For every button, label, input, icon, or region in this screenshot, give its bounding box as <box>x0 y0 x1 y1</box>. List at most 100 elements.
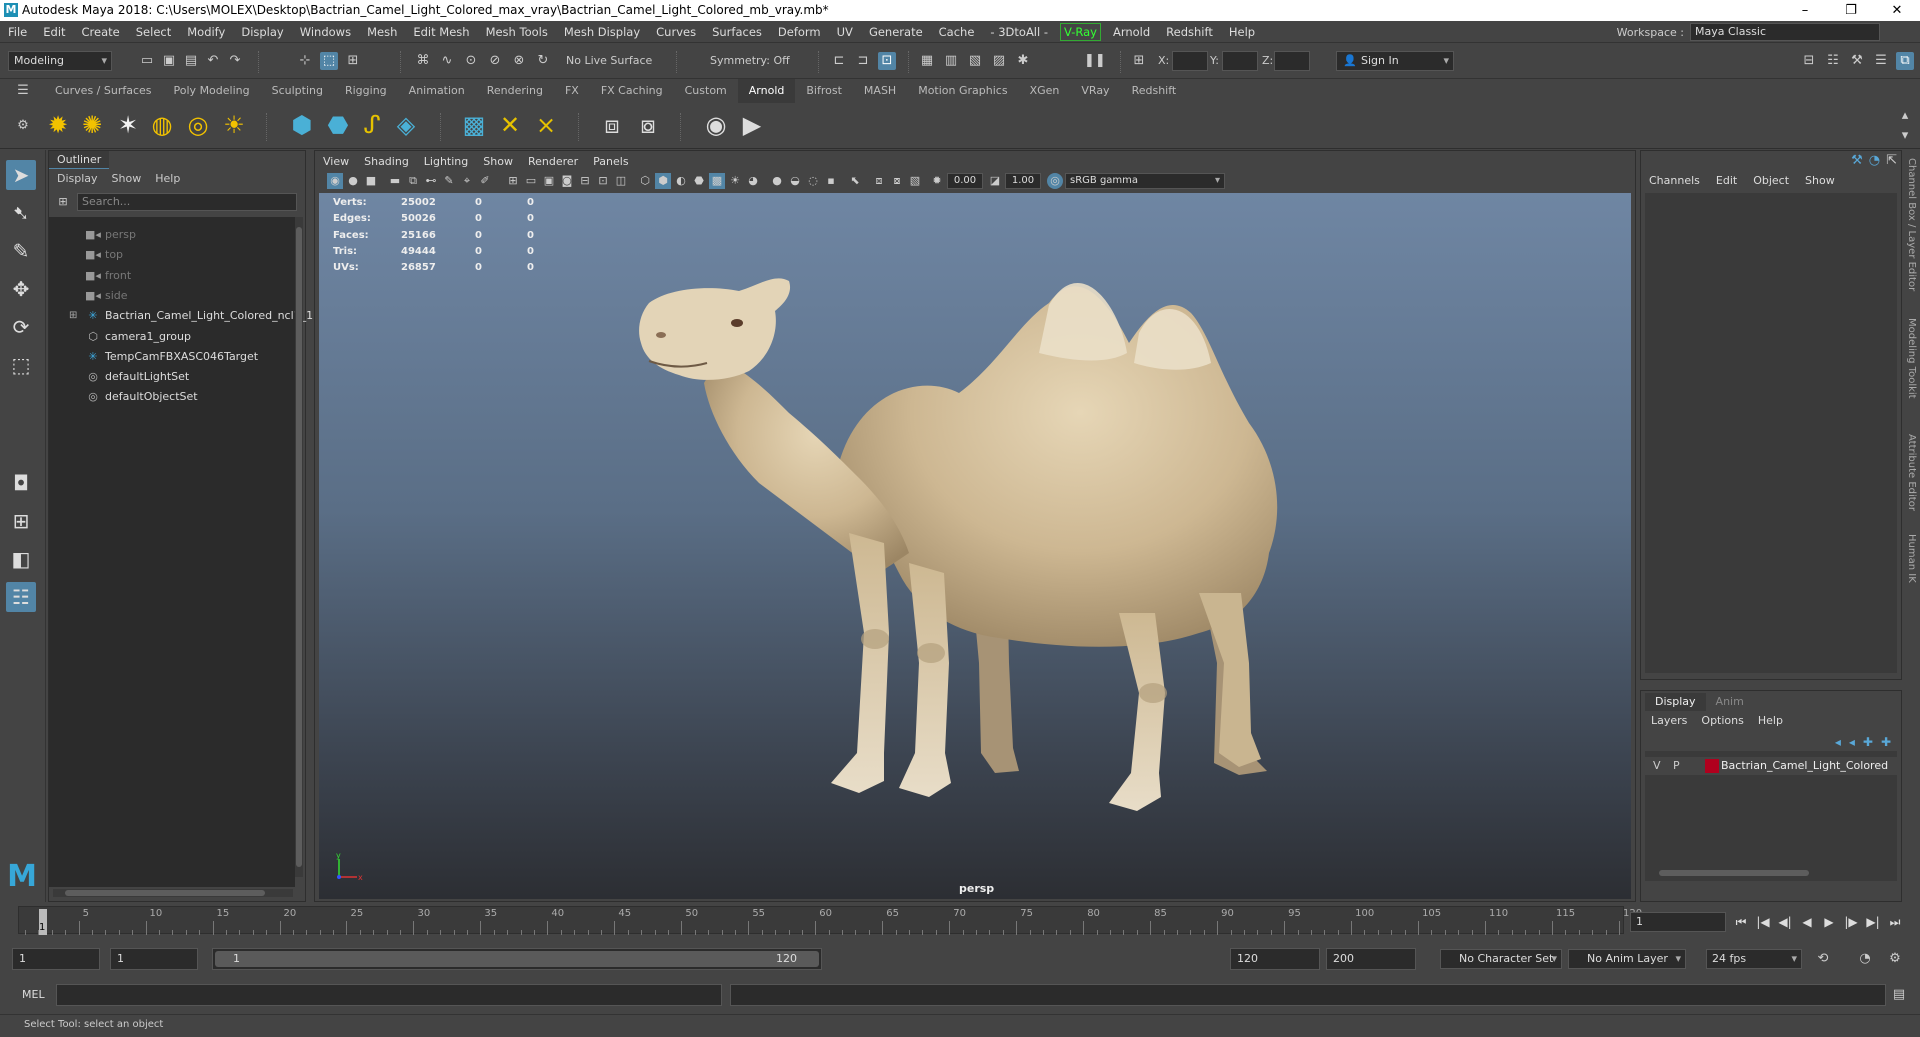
lock-camera-icon[interactable]: ● <box>345 173 361 189</box>
pause-render-icon[interactable]: ❚❚ <box>1084 52 1106 70</box>
layer-horizontal-scrollbar[interactable] <box>1651 869 1895 877</box>
shelf-tab-custom[interactable]: Custom <box>674 79 738 103</box>
shelf-tab-vray[interactable]: VRay <box>1070 79 1120 103</box>
shelf-scroll-up-icon[interactable]: ▴ <box>1896 107 1914 125</box>
exposure-icon[interactable]: ✹ <box>929 173 945 189</box>
skydome-light-icon[interactable]: ◍ <box>146 109 178 141</box>
image-plane-icon[interactable]: ⧉ <box>405 173 421 189</box>
outliner-filter-icon[interactable]: ⊞ <box>55 193 71 211</box>
snap-curve-icon[interactable]: ∿ <box>438 52 456 70</box>
menu-edit-mesh[interactable]: Edit Mesh <box>405 21 477 43</box>
shelf-tab-motion-graphics[interactable]: Motion Graphics <box>907 79 1018 103</box>
shelf-tab-curves-surfaces[interactable]: Curves / Surfaces <box>44 79 163 103</box>
menu-mesh[interactable]: Mesh <box>359 21 405 43</box>
channel-box-icon[interactable]: ☰ <box>1872 52 1890 70</box>
playback-start-field[interactable]: 1 <box>110 948 198 970</box>
depth-of-field-icon[interactable]: ▪ <box>823 173 839 189</box>
shelf-tab-redshift[interactable]: Redshift <box>1121 79 1188 103</box>
layer-menu-layers[interactable]: Layers <box>1651 713 1687 729</box>
layer-visibility-toggle[interactable]: V <box>1653 757 1661 775</box>
single-perspective-layout-icon[interactable]: ◘ <box>6 468 36 498</box>
shelf-tab-rigging[interactable]: Rigging <box>334 79 398 103</box>
tab-modeling-toolkit[interactable]: Modeling Toolkit <box>1906 318 1917 399</box>
y-field[interactable] <box>1222 51 1258 71</box>
create-standin-icon[interactable]: ⬢ <box>286 109 318 141</box>
step-back-key-icon[interactable]: |◀ <box>1752 912 1774 932</box>
channel-menu-channels[interactable]: Channels <box>1649 173 1700 189</box>
color-management-icon[interactable]: ◎ <box>1047 173 1063 189</box>
safe-action-icon[interactable]: ⊡ <box>595 173 611 189</box>
flush-all-caches-icon[interactable]: ⨯ <box>530 109 562 141</box>
menu-help[interactable]: Help <box>1221 21 1263 43</box>
viewport-menu-view[interactable]: View <box>323 153 349 171</box>
motion-blur-icon[interactable]: ◒ <box>787 173 803 189</box>
camera-attributes-icon[interactable]: ■ <box>363 173 379 189</box>
2d-pan-zoom-icon[interactable]: ⊷ <box>423 173 439 189</box>
viewport-menu-renderer[interactable]: Renderer <box>528 153 578 171</box>
channel-box-settings-icon[interactable]: ⚒ <box>1851 153 1863 168</box>
layer-row[interactable]: V P Bactrian_Camel_Light_Colored <box>1645 757 1897 775</box>
outliner-menu-show[interactable]: Show <box>112 171 142 187</box>
redo-icon[interactable]: ↷ <box>226 52 244 70</box>
shelf-menu-icon[interactable]: ☰ <box>12 82 34 100</box>
channel-menu-show[interactable]: Show <box>1805 173 1835 189</box>
grease-pencil-icon[interactable]: ✎ <box>441 173 457 189</box>
shelf-tab-poly-modeling[interactable]: Poly Modeling <box>163 79 261 103</box>
mesh-light-icon[interactable]: ✺ <box>76 109 108 141</box>
photometric-light-icon[interactable]: ✶ <box>112 109 144 141</box>
create-curve-collector-icon[interactable]: ᔑ <box>356 109 388 141</box>
snap-together-icon[interactable]: ↻ <box>534 52 552 70</box>
gate-mask2-icon[interactable]: ◙ <box>559 173 575 189</box>
grid-icon[interactable]: ⊞ <box>505 173 521 189</box>
outliner-item[interactable]: ⬡ camera1_group <box>49 327 295 347</box>
script-editor-icon[interactable]: ▤ <box>1890 986 1908 1004</box>
persp-outliner-layout-icon[interactable]: ◧ <box>6 544 36 574</box>
ipr-play-icon[interactable]: ▶ <box>736 109 768 141</box>
undo-icon[interactable]: ↶ <box>204 52 222 70</box>
render-settings-icon[interactable]: ▨ <box>990 52 1008 70</box>
screen-space-ao-icon[interactable]: ● <box>769 173 785 189</box>
transform-mode-icon[interactable]: ⊞ <box>1130 52 1148 70</box>
maximize-button[interactable]: ❐ <box>1828 0 1874 21</box>
anim-layer-dropdown[interactable]: No Anim Layer <box>1568 949 1686 969</box>
isolate-select-icon[interactable]: ⬉ <box>847 173 863 189</box>
menu-create[interactable]: Create <box>74 21 128 43</box>
use-all-lights-icon[interactable]: ☀ <box>727 173 743 189</box>
layer-color-swatch[interactable] <box>1705 759 1719 773</box>
shelf-tab-arnold[interactable]: Arnold <box>737 79 796 103</box>
shelf-tab-bifrost[interactable]: Bifrost <box>795 79 853 103</box>
flush-texture-cache-icon[interactable]: ▩ <box>458 109 490 141</box>
snap-point-icon[interactable]: ⊙ <box>462 52 480 70</box>
outliner-search-input[interactable]: Search... <box>77 193 297 211</box>
tab-display[interactable]: Display <box>1645 693 1706 711</box>
character-set-dropdown[interactable]: No Character Set <box>1440 949 1562 969</box>
outliner-item[interactable]: ■◂ top <box>49 245 295 265</box>
go-to-end-icon[interactable]: ⏭ <box>1884 912 1906 932</box>
textured-icon[interactable]: ▩ <box>709 173 725 189</box>
layer-name[interactable]: Bactrian_Camel_Light_Colored <box>1721 757 1888 775</box>
tab-anim[interactable]: Anim <box>1706 693 1754 711</box>
move-layer-down-icon[interactable]: ◂ <box>1849 735 1855 749</box>
live-surface-label[interactable]: No Live Surface <box>566 54 652 67</box>
outliner-horizontal-scrollbar[interactable] <box>53 889 293 897</box>
layer-editor-icon[interactable]: ⧉ <box>1896 52 1914 70</box>
new-empty-layer-icon[interactable]: ✚ <box>1863 735 1873 749</box>
film-gate-icon[interactable]: ▭ <box>523 173 539 189</box>
lasso-tool-icon[interactable]: ➷ <box>6 198 36 228</box>
play-backwards-icon[interactable]: ◀ <box>1796 912 1818 932</box>
outliner-layout-icon[interactable]: ☷ <box>6 582 36 612</box>
camel-model[interactable] <box>319 193 1631 899</box>
snap-view-plane-icon[interactable]: ⊘ <box>486 52 504 70</box>
area-light-icon[interactable]: ✹ <box>42 109 74 141</box>
select-by-object-icon[interactable]: ⬚ <box>320 52 338 70</box>
tool-settings-icon[interactable]: ⚒ <box>1848 52 1866 70</box>
bookmarks-icon[interactable]: ▬ <box>387 173 403 189</box>
current-frame-field[interactable]: 1 <box>1630 912 1726 932</box>
tab-attribute-editor[interactable]: Attribute Editor <box>1906 434 1917 511</box>
xray-joints-icon[interactable]: ⧇ <box>889 173 905 189</box>
workspace-dropdown[interactable]: Maya Classic <box>1690 23 1880 41</box>
physical-sky-icon[interactable]: ☀ <box>218 109 250 141</box>
menu-file[interactable]: File <box>0 21 35 43</box>
wireframe-icon[interactable]: ⬡ <box>637 173 653 189</box>
animation-start-field[interactable]: 1 <box>12 948 100 970</box>
